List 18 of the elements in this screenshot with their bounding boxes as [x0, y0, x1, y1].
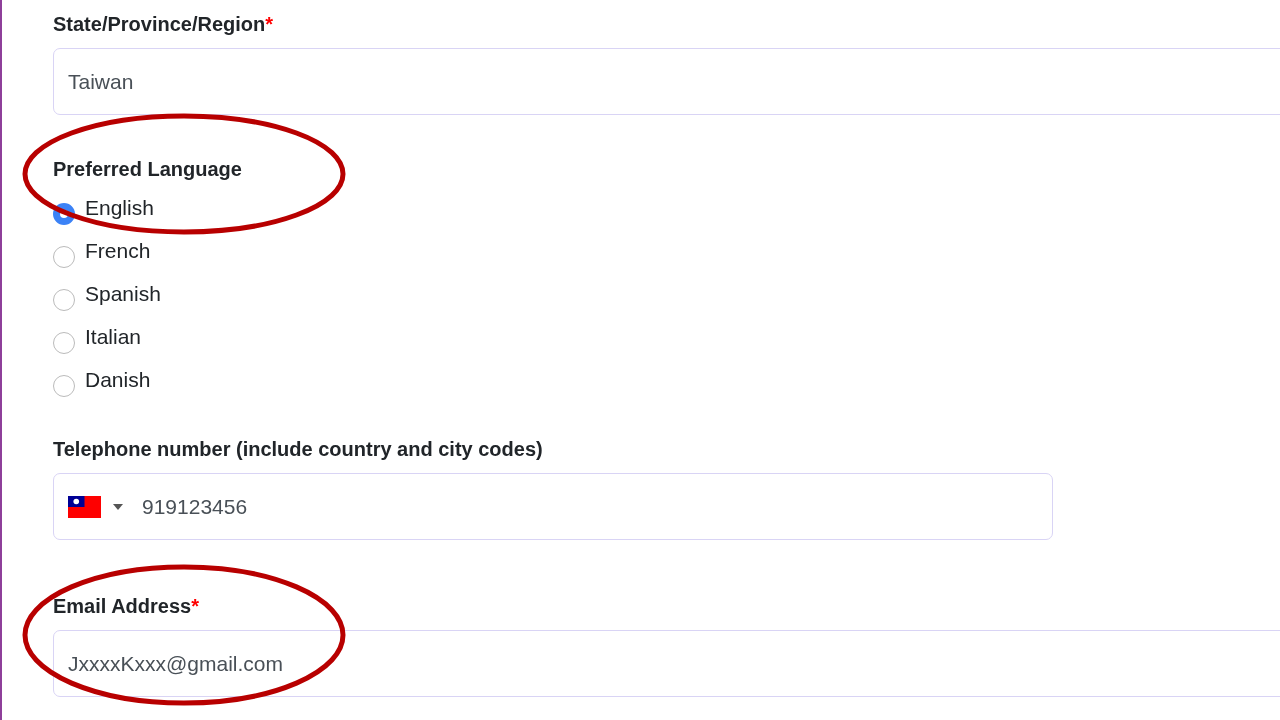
option-label[interactable]: Spanish [85, 280, 161, 307]
option-label[interactable]: Danish [85, 366, 151, 393]
option-label[interactable]: English [85, 194, 154, 221]
input-field[interactable]: Taiwan [53, 48, 1280, 115]
field-label: Telephone number (include country and city codes) [53, 437, 543, 461]
radio-button[interactable] [53, 374, 75, 397]
phone-input-field[interactable]: 919123456 [53, 473, 1053, 540]
radio-button[interactable] [53, 331, 75, 354]
field-label: Email Address* [53, 594, 199, 618]
field-label: Preferred Language [53, 157, 242, 181]
option-label[interactable]: Italian [85, 323, 142, 350]
flag-icon [68, 495, 101, 518]
field-label: State/Province/Region* [53, 12, 274, 36]
input-field[interactable]: JxxxxKxxx@gmail.com [53, 630, 1280, 697]
caret-icon[interactable] [113, 503, 123, 510]
option-label[interactable]: French [85, 237, 151, 264]
radio-button[interactable] [53, 288, 75, 311]
radio-button[interactable] [53, 245, 75, 268]
